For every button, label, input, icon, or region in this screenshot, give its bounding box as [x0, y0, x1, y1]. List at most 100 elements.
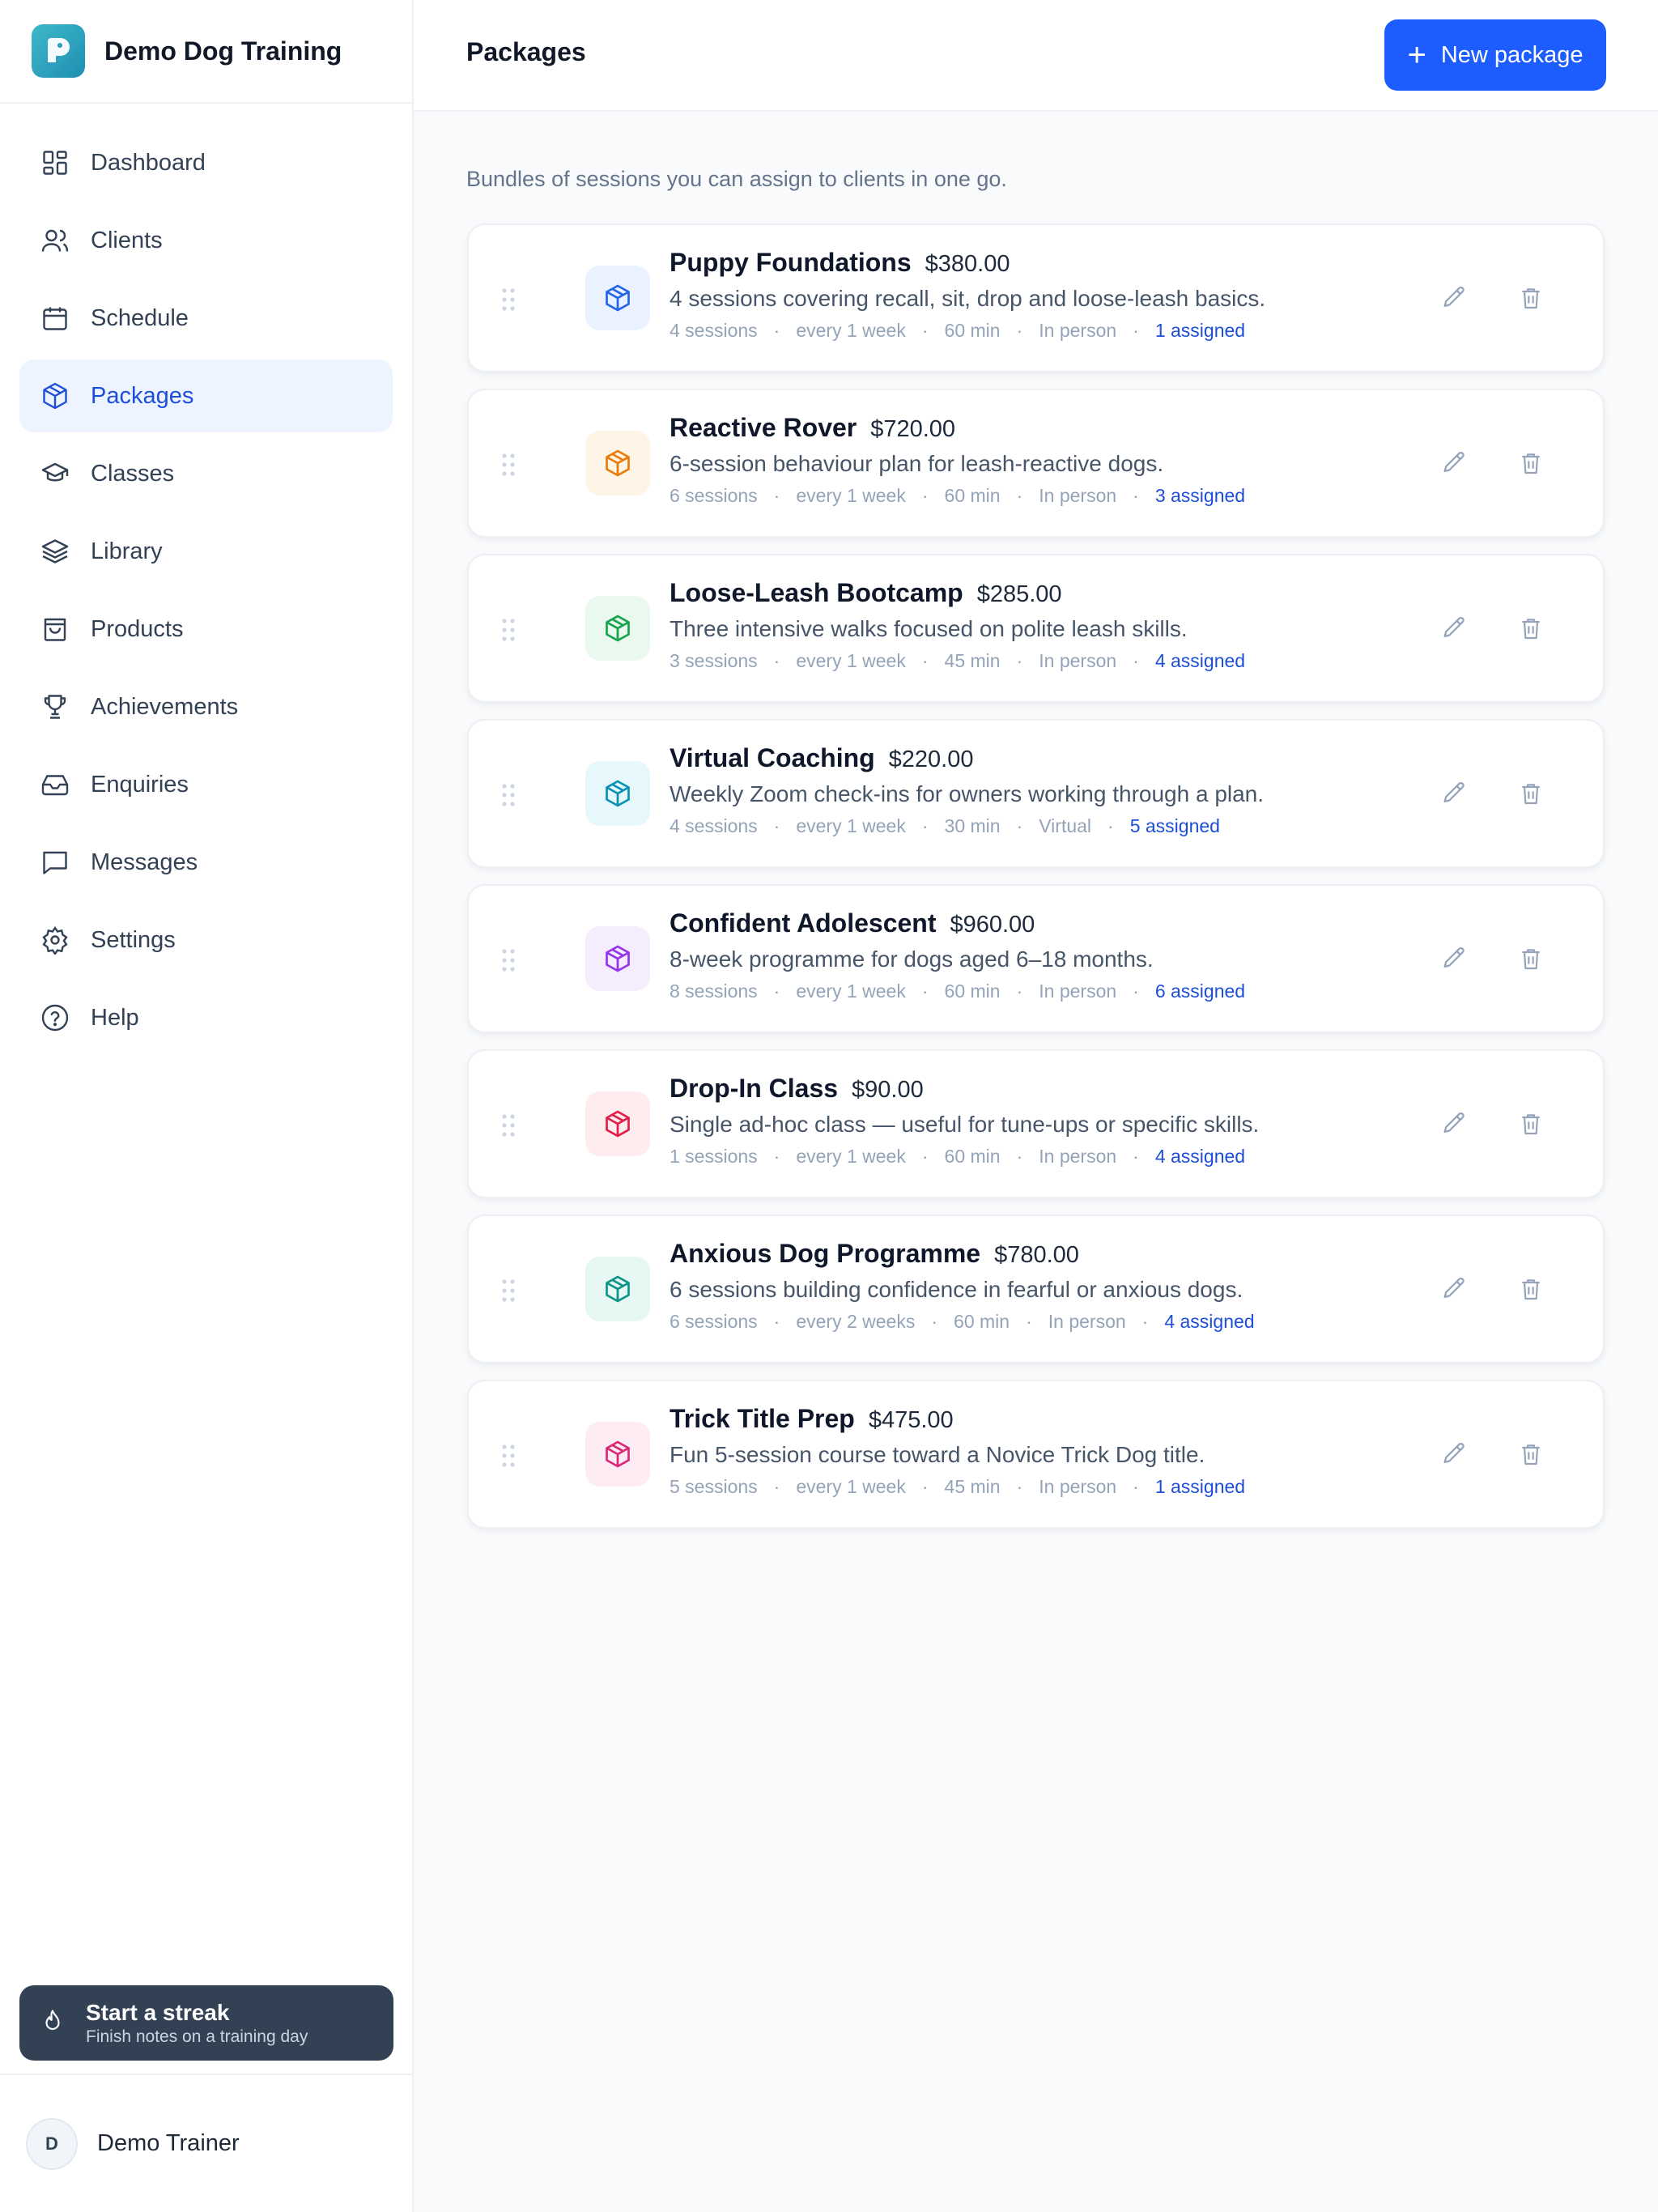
drag-handle-icon[interactable] [501, 453, 516, 481]
trash-icon[interactable] [1513, 776, 1549, 811]
sidebar-item-schedule[interactable]: Schedule [19, 282, 393, 355]
package-frequency: every 1 week [796, 485, 906, 506]
package-icon [585, 431, 650, 496]
sidebar-item-label: Products [91, 615, 184, 642]
package-info: Virtual Coaching $220.00 Weekly Zoom che… [670, 743, 1360, 837]
meta-separator: · [921, 320, 929, 341]
package-assigned-link[interactable]: 1 assigned [1155, 1476, 1245, 1498]
package-icon [39, 380, 71, 412]
meta-separator: · [921, 485, 929, 506]
package-card[interactable]: Virtual Coaching $220.00 Weekly Zoom che… [467, 719, 1605, 868]
sidebar-item-packages[interactable]: Packages [19, 359, 393, 432]
package-card[interactable]: Reactive Rover $720.00 6-session behavio… [467, 389, 1605, 538]
package-card[interactable]: Loose-Leash Bootcamp $285.00 Three inten… [467, 554, 1605, 703]
new-package-label: New package [1440, 41, 1584, 68]
new-package-button[interactable]: + New package [1384, 19, 1606, 91]
package-card[interactable]: Puppy Foundations $380.00 4 sessions cov… [467, 223, 1605, 372]
sidebar-item-label: Clients [91, 227, 163, 253]
package-assigned-link[interactable]: 1 assigned [1155, 320, 1245, 342]
trash-icon[interactable] [1513, 1436, 1549, 1472]
package-price: $780.00 [994, 1242, 1079, 1268]
package-meta: 4 sessions · every 1 week · 60 min · In per… [670, 320, 1360, 342]
package-assigned-link[interactable]: 6 assigned [1155, 981, 1245, 1002]
edit-icon[interactable] [1436, 610, 1472, 646]
package-assigned-link[interactable]: 5 assigned [1130, 815, 1220, 837]
edit-icon[interactable] [1436, 280, 1472, 316]
user-name: Demo Trainer [97, 2130, 240, 2156]
package-card[interactable]: Drop-In Class $90.00 Single ad-hoc class… [467, 1049, 1605, 1198]
trash-icon[interactable] [1513, 1106, 1549, 1142]
trash-icon[interactable] [1513, 1271, 1549, 1307]
package-info: Loose-Leash Bootcamp $285.00 Three inten… [670, 578, 1360, 672]
user-profile[interactable]: D Demo Trainer [0, 2074, 412, 2212]
sidebar-item-classes[interactable]: Classes [19, 437, 393, 510]
drag-handle-icon[interactable] [501, 1444, 516, 1472]
page-subtitle: Bundles of sessions you can assign to cl… [466, 167, 1007, 191]
edit-icon[interactable] [1436, 776, 1472, 811]
sidebar-item-messages[interactable]: Messages [19, 826, 393, 899]
edit-icon[interactable] [1436, 1271, 1472, 1307]
sidebar-item-dashboard[interactable]: Dashboard [19, 126, 393, 199]
package-assigned-link[interactable]: 4 assigned [1164, 1311, 1254, 1333]
meta-separator: · [1107, 815, 1114, 836]
meta-separator: · [1016, 981, 1023, 1002]
package-mode: In person [1039, 320, 1117, 341]
sidebar-item-achievements[interactable]: Achievements [19, 670, 393, 743]
package-title-row: Confident Adolescent $960.00 [670, 908, 1360, 938]
edit-icon[interactable] [1436, 941, 1472, 976]
package-card[interactable]: Confident Adolescent $960.00 8-week prog… [467, 884, 1605, 1033]
package-card[interactable]: Trick Title Prep $475.00 Fun 5-session c… [467, 1380, 1605, 1529]
package-description: 6-session behaviour plan for leash-react… [670, 451, 1164, 476]
drag-handle-icon[interactable] [501, 618, 516, 646]
drag-handle-icon[interactable] [501, 1113, 516, 1142]
sidebar-item-help[interactable]: Help [19, 981, 393, 1054]
sidebar-item-label: Dashboard [91, 149, 206, 176]
drag-handle-icon[interactable] [501, 287, 516, 316]
sidebar-item-label: Enquiries [91, 771, 189, 798]
trash-icon[interactable] [1513, 445, 1549, 481]
package-price: $220.00 [888, 747, 974, 772]
package-assigned-link[interactable]: 4 assigned [1155, 650, 1245, 672]
package-assigned-link[interactable]: 4 assigned [1155, 1146, 1245, 1168]
sidebar-item-enquiries[interactable]: Enquiries [19, 748, 393, 821]
plus-icon: + [1407, 37, 1426, 73]
meta-separator: · [931, 1311, 938, 1332]
package-frequency: every 2 weeks [796, 1311, 916, 1332]
package-icon [585, 266, 650, 330]
package-assigned-link[interactable]: 3 assigned [1155, 485, 1245, 507]
trash-icon[interactable] [1513, 280, 1549, 316]
package-frequency: every 1 week [796, 1476, 906, 1497]
sidebar-item-clients[interactable]: Clients [19, 204, 393, 277]
meta-separator: · [773, 815, 780, 836]
meta-separator: · [921, 650, 929, 671]
streak-card[interactable]: Start a streak Finish notes on a trainin… [19, 1985, 393, 2061]
package-sessions: 5 sessions [670, 1476, 758, 1497]
edit-icon[interactable] [1436, 445, 1472, 481]
package-sessions: 3 sessions [670, 650, 758, 671]
package-meta: 8 sessions · every 1 week · 60 min · In per… [670, 981, 1360, 1002]
package-frequency: every 1 week [796, 815, 906, 836]
streak-text: Start a streak Finish notes on a trainin… [86, 1999, 308, 2048]
edit-icon[interactable] [1436, 1106, 1472, 1142]
sidebar-item-products[interactable]: Products [19, 593, 393, 666]
package-sessions: 4 sessions [670, 815, 758, 836]
package-mode: In person [1039, 650, 1117, 671]
sidebar-item-settings[interactable]: Settings [19, 904, 393, 976]
package-icon [585, 926, 650, 991]
trash-icon[interactable] [1513, 941, 1549, 976]
drag-handle-icon[interactable] [501, 783, 516, 811]
package-duration: 45 min [944, 650, 1001, 671]
meta-separator: · [1133, 981, 1139, 1002]
drag-handle-icon[interactable] [501, 948, 516, 976]
package-card[interactable]: Anxious Dog Programme $780.00 6 sessions… [467, 1214, 1605, 1363]
package-duration: 60 min [944, 320, 1001, 341]
drag-handle-icon[interactable] [501, 1278, 516, 1307]
dashboard-icon [39, 147, 71, 179]
package-title-row: Reactive Rover $720.00 [670, 413, 1360, 443]
sidebar-item-library[interactable]: Library [19, 515, 393, 588]
trash-icon[interactable] [1513, 610, 1549, 646]
package-duration: 60 min [954, 1311, 1010, 1332]
meta-separator: · [773, 1146, 780, 1167]
package-description: Weekly Zoom check-ins for owners working… [670, 781, 1265, 806]
edit-icon[interactable] [1436, 1436, 1472, 1472]
